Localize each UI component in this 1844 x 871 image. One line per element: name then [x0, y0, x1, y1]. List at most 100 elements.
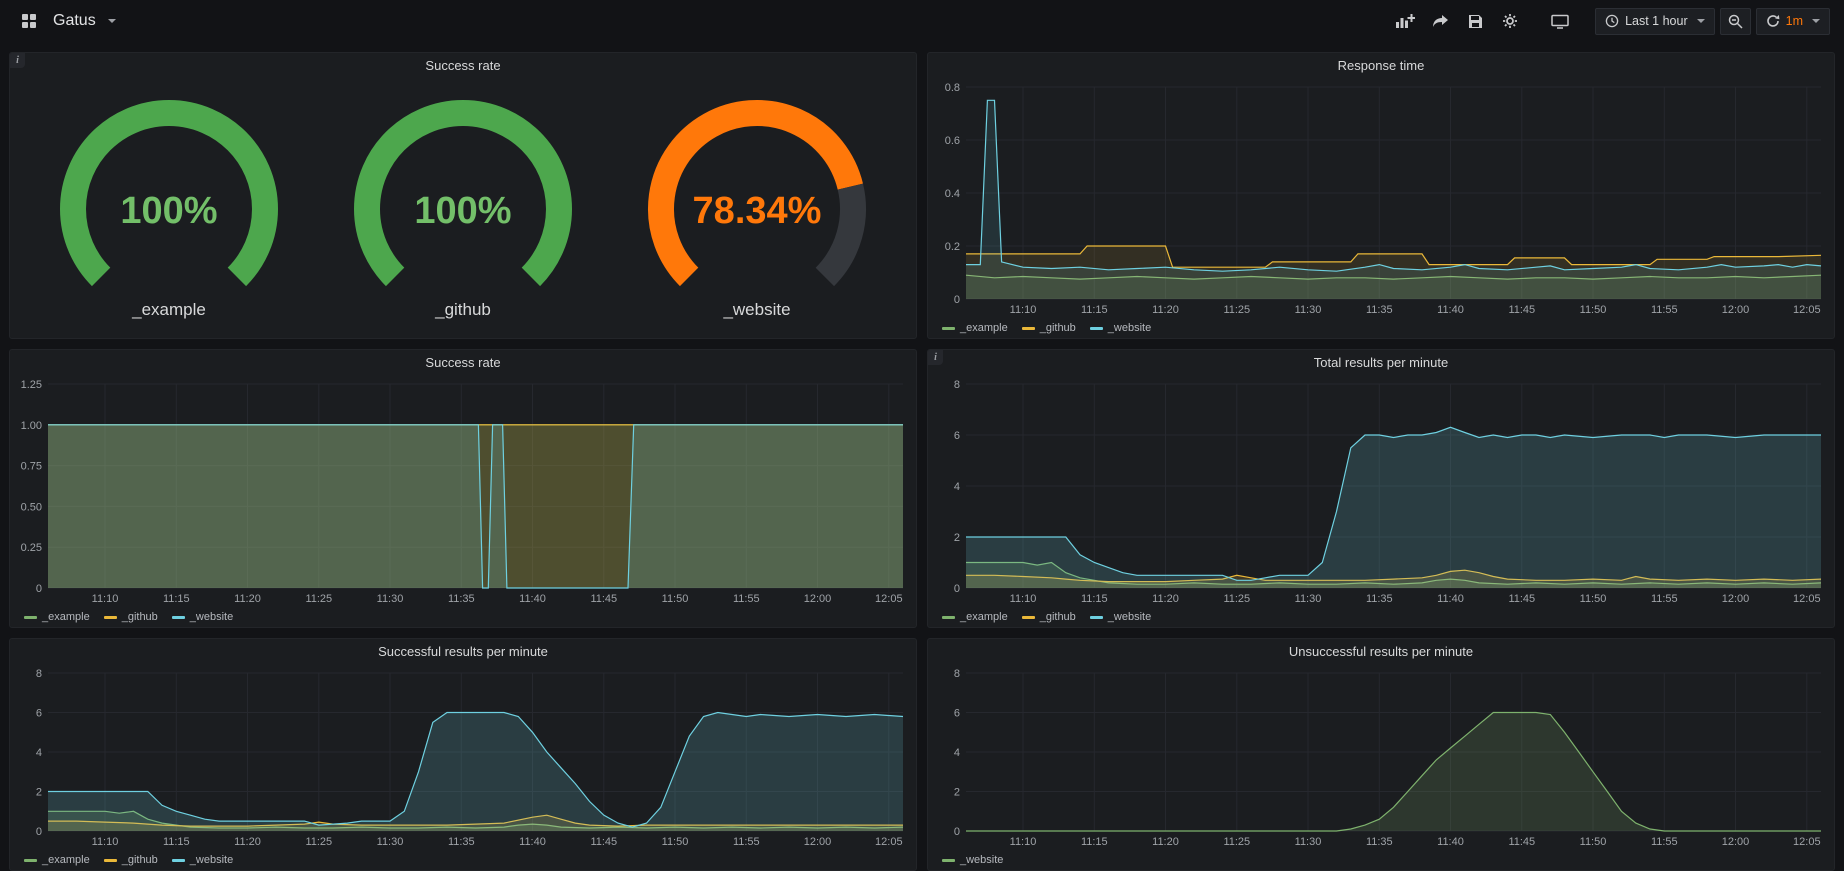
svg-text:11:55: 11:55	[733, 593, 760, 605]
navbar-right: Last 1 hour 1m	[1390, 8, 1830, 35]
settings-gear-icon[interactable]	[1495, 8, 1525, 34]
panel-info-icon[interactable]: i	[928, 350, 943, 365]
panel-title[interactable]: Successful results per minute	[10, 639, 916, 664]
gauge-cell-_github: 100%_github	[343, 97, 583, 320]
share-icon[interactable]	[1425, 8, 1455, 34]
svg-text:11:35: 11:35	[448, 593, 475, 605]
legend-swatch-icon	[942, 327, 955, 330]
svg-text:11:55: 11:55	[1651, 304, 1678, 316]
dashboard-title-caret-icon[interactable]	[108, 19, 116, 23]
svg-text:0.50: 0.50	[21, 501, 42, 513]
svg-text:11:45: 11:45	[590, 836, 617, 848]
success-rate-chart[interactable]: 00.250.500.751.001.2511:1011:1511:2011:2…	[10, 375, 916, 607]
legend-label: _github	[1040, 322, 1076, 334]
svg-text:11:45: 11:45	[1508, 304, 1535, 316]
svg-text:11:35: 11:35	[448, 836, 475, 848]
svg-text:11:30: 11:30	[1295, 304, 1322, 316]
total-results-chart[interactable]: 0246811:1011:1511:2011:2511:3011:3511:40…	[928, 375, 1834, 607]
svg-text:11:40: 11:40	[519, 593, 546, 605]
legend-swatch-icon	[1022, 327, 1035, 330]
refresh-caret-icon	[1812, 19, 1820, 23]
svg-text:11:40: 11:40	[519, 836, 546, 848]
legend-item-_website[interactable]: _website	[1090, 322, 1151, 334]
svg-text:0: 0	[954, 826, 960, 838]
svg-text:11:10: 11:10	[1010, 304, 1037, 316]
legend-label: _website	[190, 854, 233, 866]
legend-item-_github[interactable]: _github	[104, 611, 158, 623]
chart-canvas: 0246811:1011:1511:2011:2511:3011:3511:40…	[928, 664, 1834, 850]
svg-text:11:10: 11:10	[92, 593, 119, 605]
refresh-icon	[1766, 14, 1780, 28]
time-range-picker[interactable]: Last 1 hour	[1595, 8, 1715, 35]
legend-label: _website	[960, 854, 1003, 866]
navbar-left: Gatus	[14, 8, 116, 34]
svg-text:11:40: 11:40	[1437, 304, 1464, 316]
gauge-row: 100%_example100%_github78.34%_website	[10, 78, 916, 338]
legend-label: _example	[42, 854, 90, 866]
svg-text:0.6: 0.6	[945, 135, 960, 147]
svg-text:0: 0	[36, 826, 42, 838]
legend-item-_github[interactable]: _github	[1022, 322, 1076, 334]
legend-item-_example[interactable]: _example	[24, 611, 90, 623]
svg-text:12:05: 12:05	[875, 836, 903, 848]
gauge-label: _example	[132, 300, 206, 320]
legend-item-_example[interactable]: _example	[942, 611, 1008, 623]
zoom-out-button[interactable]	[1720, 8, 1751, 35]
panel-response-time: Response time 00.20.40.60.811:1011:1511:…	[927, 52, 1835, 339]
legend-item-_example[interactable]: _example	[24, 854, 90, 866]
unsuccessful-results-chart[interactable]: 0246811:1011:1511:2011:2511:3011:3511:40…	[928, 664, 1834, 850]
legend-item-_github[interactable]: _github	[104, 854, 158, 866]
dashboard-title[interactable]: Gatus	[53, 12, 96, 30]
svg-text:11:55: 11:55	[1651, 593, 1678, 605]
svg-text:11:15: 11:15	[1081, 304, 1108, 316]
panel-title[interactable]: Success rate	[10, 53, 916, 78]
svg-text:12:05: 12:05	[875, 593, 903, 605]
chart-legend: _example _github _website	[928, 318, 1834, 338]
save-icon[interactable]	[1460, 8, 1490, 34]
legend-item-_website[interactable]: _website	[172, 854, 233, 866]
legend-item-_github[interactable]: _github	[1022, 611, 1076, 623]
svg-text:0: 0	[954, 583, 960, 595]
panel-title[interactable]: Unsuccessful results per minute	[928, 639, 1834, 664]
add-panel-icon[interactable]	[1390, 8, 1420, 34]
svg-text:11:25: 11:25	[305, 593, 332, 605]
panel-successful-results: Successful results per minute 0246811:10…	[9, 638, 917, 871]
svg-text:4: 4	[36, 747, 42, 759]
panel-title[interactable]: Total results per minute	[928, 350, 1834, 375]
cycle-view-monitor-icon[interactable]	[1545, 8, 1575, 34]
refresh-picker[interactable]: 1m	[1756, 8, 1830, 35]
svg-text:11:10: 11:10	[1010, 836, 1037, 848]
panel-title[interactable]: Response time	[928, 53, 1834, 78]
svg-text:0.2: 0.2	[945, 241, 960, 253]
legend-swatch-icon	[1022, 616, 1035, 619]
svg-text:4: 4	[954, 481, 960, 493]
svg-text:11:25: 11:25	[305, 836, 332, 848]
svg-text:11:35: 11:35	[1366, 836, 1393, 848]
legend-item-_website[interactable]: _website	[942, 854, 1003, 866]
chart-canvas: 00.20.40.60.811:1011:1511:2011:2511:3011…	[928, 78, 1834, 318]
svg-text:11:25: 11:25	[1223, 593, 1250, 605]
legend-swatch-icon	[104, 859, 117, 862]
legend-item-_website[interactable]: _website	[1090, 611, 1151, 623]
svg-text:2: 2	[36, 787, 42, 799]
svg-text:4: 4	[954, 747, 960, 759]
apps-grid-icon[interactable]	[14, 8, 44, 34]
chart-legend: _example _github _website	[10, 850, 916, 870]
legend-item-_example[interactable]: _example	[942, 322, 1008, 334]
svg-text:11:30: 11:30	[377, 836, 404, 848]
svg-text:11:35: 11:35	[1366, 593, 1393, 605]
svg-text:11:35: 11:35	[1366, 304, 1393, 316]
svg-text:11:30: 11:30	[377, 593, 404, 605]
svg-text:11:55: 11:55	[733, 836, 760, 848]
successful-results-chart[interactable]: 0246811:1011:1511:2011:2511:3011:3511:40…	[10, 664, 916, 850]
chart-canvas: 0246811:1011:1511:2011:2511:3011:3511:40…	[928, 375, 1834, 607]
legend-item-_website[interactable]: _website	[172, 611, 233, 623]
svg-text:1.25: 1.25	[21, 379, 42, 391]
svg-text:11:25: 11:25	[1223, 304, 1250, 316]
svg-text:11:50: 11:50	[662, 593, 689, 605]
legend-swatch-icon	[172, 616, 185, 619]
response-time-chart[interactable]: 00.20.40.60.811:1011:1511:2011:2511:3011…	[928, 78, 1834, 318]
panel-info-icon[interactable]: i	[10, 53, 25, 68]
panel-title[interactable]: Success rate	[10, 350, 916, 375]
legend-label: _website	[1108, 322, 1151, 334]
